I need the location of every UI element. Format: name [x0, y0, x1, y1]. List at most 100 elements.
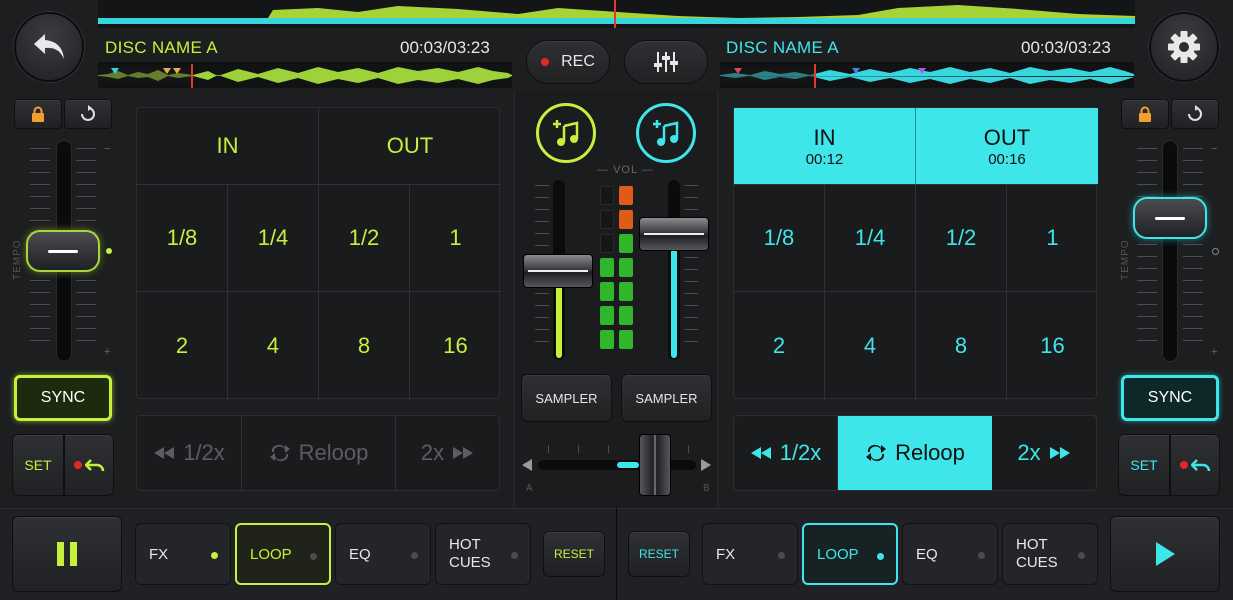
left-loop-size-1[interactable]: 1 [410, 185, 501, 292]
left-tempo-plus: + [104, 346, 111, 358]
right-tab-loop[interactable]: LOOP [802, 523, 898, 585]
right-loop-size-1-2[interactable]: 1/2 [916, 185, 1007, 292]
left-volume-fader-thumb[interactable] [523, 254, 593, 288]
right-loop-size-16[interactable]: 16 [1007, 292, 1098, 400]
crossfader-left-arrow-icon[interactable] [520, 458, 534, 472]
left-tempo-lock-button[interactable] [14, 99, 62, 129]
right-cue-set-button[interactable]: SET [1118, 434, 1170, 496]
left-loop-size-2[interactable]: 2 [137, 292, 228, 400]
left-loop-size-4[interactable]: 4 [228, 292, 319, 400]
right-play-button[interactable] [1110, 516, 1220, 592]
crossfader-level [617, 462, 639, 468]
left-loop-size-16[interactable]: 16 [410, 292, 501, 400]
right-volume-fader-thumb[interactable] [639, 217, 709, 251]
right-disc-name: DISC NAME A [726, 38, 839, 57]
settings-button[interactable] [1149, 12, 1219, 82]
left-loop-size-1-4[interactable]: 1/4 [228, 185, 319, 292]
right-loop-double-label: 2x [1017, 440, 1041, 465]
rewind-icon [750, 447, 771, 459]
right-loop-double-button[interactable]: 2x [992, 416, 1096, 490]
right-tempo-ticks-l [1137, 148, 1157, 352]
left-play-pause-button[interactable] [12, 516, 122, 592]
right-sampler-button[interactable]: SAMPLER [621, 374, 712, 422]
right-loop-controls: 1/2x Reloop 2x [733, 415, 1097, 491]
right-tempo-lock-button[interactable] [1121, 99, 1169, 129]
right-cue-undo-button[interactable] [1170, 434, 1220, 496]
fast-forward-icon [1049, 447, 1070, 459]
left-reloop-button[interactable]: Reloop [242, 416, 396, 490]
right-tab-hot-cues[interactable]: HOT CUES [1002, 523, 1098, 585]
right-tempo-plus: + [1211, 346, 1218, 358]
left-tempo-indicator [106, 248, 112, 254]
crossfader-thumb[interactable] [639, 434, 671, 496]
left-cue-dot-icon [73, 461, 82, 469]
right-loop-in-button[interactable]: IN 00:12 [734, 108, 916, 185]
right-tab-cues-label: CUES [1016, 554, 1058, 571]
right-tempo-slider-thumb[interactable] [1133, 197, 1207, 239]
left-load-track-button[interactable] [536, 103, 596, 163]
left-volume-level [556, 283, 562, 358]
left-tab-fx-indicator [211, 552, 218, 559]
crossfader-right-arrow-icon[interactable] [699, 458, 713, 472]
right-tab-fx[interactable]: FX [702, 523, 798, 585]
mixer-settings-button[interactable] [624, 40, 708, 84]
left-loop-out-button[interactable]: OUT [319, 108, 501, 185]
left-reset-button[interactable]: RESET [543, 531, 605, 577]
left-tab-loop[interactable]: LOOP [235, 523, 331, 585]
left-sync-button[interactable]: SYNC [14, 375, 112, 421]
left-loop-in-button[interactable]: IN [137, 108, 319, 185]
overview-waveform[interactable] [98, 0, 1135, 28]
volume-label: — VOL — [597, 164, 654, 176]
right-reloop-button[interactable]: Reloop [838, 416, 992, 490]
undo-icon [84, 459, 104, 472]
right-loop-in-label: IN [813, 124, 836, 150]
left-track-time: 00:03/03:23 [400, 38, 490, 57]
left-tab-hot-cues[interactable]: HOT CUES [435, 523, 531, 585]
left-cue-set-button[interactable]: SET [12, 434, 64, 496]
right-loop-size-1-8[interactable]: 1/8 [734, 185, 825, 292]
right-tab-hot-cues-indicator [1078, 552, 1085, 559]
right-loop-size-1-4[interactable]: 1/4 [825, 185, 916, 292]
right-tempo-reset-button[interactable] [1171, 99, 1219, 129]
left-tab-loop-indicator [310, 553, 317, 560]
left-loop-double-button[interactable]: 2x [396, 416, 499, 490]
back-button[interactable] [14, 12, 84, 82]
left-tempo-slider-thumb[interactable] [26, 230, 100, 272]
left-tempo-reset-button[interactable] [64, 99, 112, 129]
left-tempo-label: TEMPO [12, 239, 23, 280]
record-dot-icon [541, 58, 550, 66]
left-loop-size-1-8[interactable]: 1/8 [137, 185, 228, 292]
right-reloop-label: Reloop [895, 440, 965, 465]
reloop-icon [269, 444, 290, 462]
right-tempo-label: TEMPO [1120, 239, 1131, 280]
right-loop-size-8[interactable]: 8 [916, 292, 1007, 400]
left-tab-fx[interactable]: FX [135, 523, 231, 585]
right-loop-out-time: 00:16 [988, 150, 1026, 168]
left-loop-panel: IN OUT 1/8 1/4 1/2 1 2 4 8 16 [136, 107, 501, 400]
left-sampler-button[interactable]: SAMPLER [521, 374, 612, 422]
right-loop-size-1[interactable]: 1 [1007, 185, 1098, 292]
right-loop-size-2[interactable]: 2 [734, 292, 825, 400]
right-load-track-button[interactable] [636, 103, 696, 163]
right-loop-out-button[interactable]: OUT 00:16 [916, 108, 1098, 185]
pause-icon [57, 542, 77, 566]
left-loop-size-1-2[interactable]: 1/2 [319, 185, 410, 292]
crossfader-b-label: B [703, 483, 710, 494]
right-loop-size-4[interactable]: 4 [825, 292, 916, 400]
left-loop-half-button[interactable]: 1/2x [137, 416, 242, 490]
right-reset-button[interactable]: RESET [628, 531, 690, 577]
right-loop-half-button[interactable]: 1/2x [734, 416, 838, 490]
left-tab-eq[interactable]: EQ [335, 523, 431, 585]
right-deck-waveform[interactable] [720, 62, 1134, 88]
left-deck-waveform[interactable] [98, 62, 512, 88]
fast-forward-icon [453, 447, 474, 459]
right-tab-eq[interactable]: EQ [902, 523, 998, 585]
right-tab-fx-label: FX [716, 545, 736, 563]
right-sync-button[interactable]: SYNC [1121, 375, 1219, 421]
record-button[interactable]: REC [526, 40, 610, 84]
right-cue-dot-icon [1179, 461, 1188, 469]
add-music-icon [653, 120, 679, 146]
left-loop-size-8[interactable]: 8 [319, 292, 410, 400]
left-cue-undo-button[interactable] [64, 434, 114, 496]
left-loop-controls: 1/2x Reloop 2x [136, 415, 500, 491]
